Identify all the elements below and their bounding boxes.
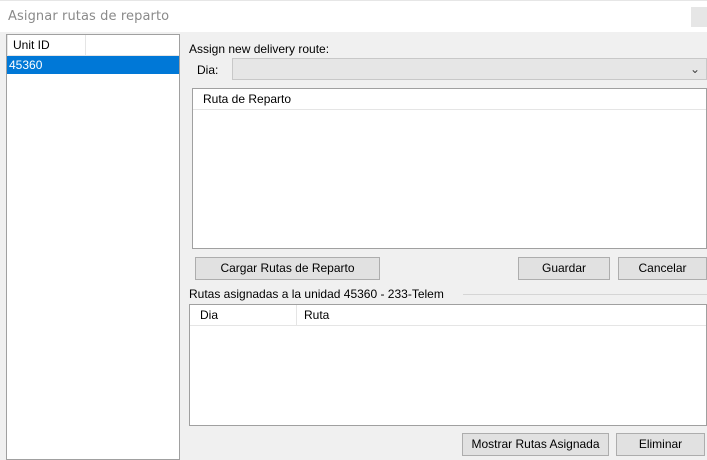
column-separator: [85, 35, 86, 55]
eliminar-button[interactable]: Eliminar: [616, 433, 705, 456]
ruta-column-header[interactable]: Ruta: [304, 305, 329, 325]
ruta-de-reparto-column-header[interactable]: Ruta de Reparto: [203, 89, 291, 109]
assigned-routes-group-label: Rutas asignadas a la unidad 45360 - 233-…: [189, 287, 444, 301]
dia-column-header[interactable]: Dia: [200, 305, 218, 325]
close-button[interactable]: [691, 7, 707, 27]
routes-list-header: Ruta de Reparto: [193, 89, 706, 110]
window-title: Asignar rutas de reparto: [8, 9, 170, 24]
unit-row[interactable]: 45360: [7, 56, 179, 74]
column-separator: [7, 35, 8, 55]
group-divider: [463, 294, 707, 295]
dia-label: Dia:: [197, 63, 219, 77]
assigned-routes-header: Dia Ruta: [190, 305, 706, 326]
title-bar: Asignar rutas de reparto: [0, 0, 707, 32]
column-separator: [296, 305, 297, 325]
cancelar-button[interactable]: Cancelar: [618, 257, 707, 280]
unit-list[interactable]: Unit ID 45360: [6, 34, 180, 460]
dia-select[interactable]: ⌄: [232, 58, 707, 80]
mostrar-rutas-button[interactable]: Mostrar Rutas Asignada: [462, 433, 609, 456]
assigned-routes-list[interactable]: Dia Ruta: [189, 304, 707, 426]
assign-route-label: Assign new delivery route:: [189, 42, 330, 56]
guardar-button[interactable]: Guardar: [518, 257, 610, 280]
unit-list-header: Unit ID: [7, 35, 179, 56]
cargar-rutas-button[interactable]: Cargar Rutas de Reparto: [195, 257, 380, 280]
chevron-down-icon[interactable]: ⌄: [690, 62, 700, 76]
routes-list[interactable]: Ruta de Reparto: [192, 88, 707, 249]
unit-id-column-header[interactable]: Unit ID: [13, 35, 50, 55]
